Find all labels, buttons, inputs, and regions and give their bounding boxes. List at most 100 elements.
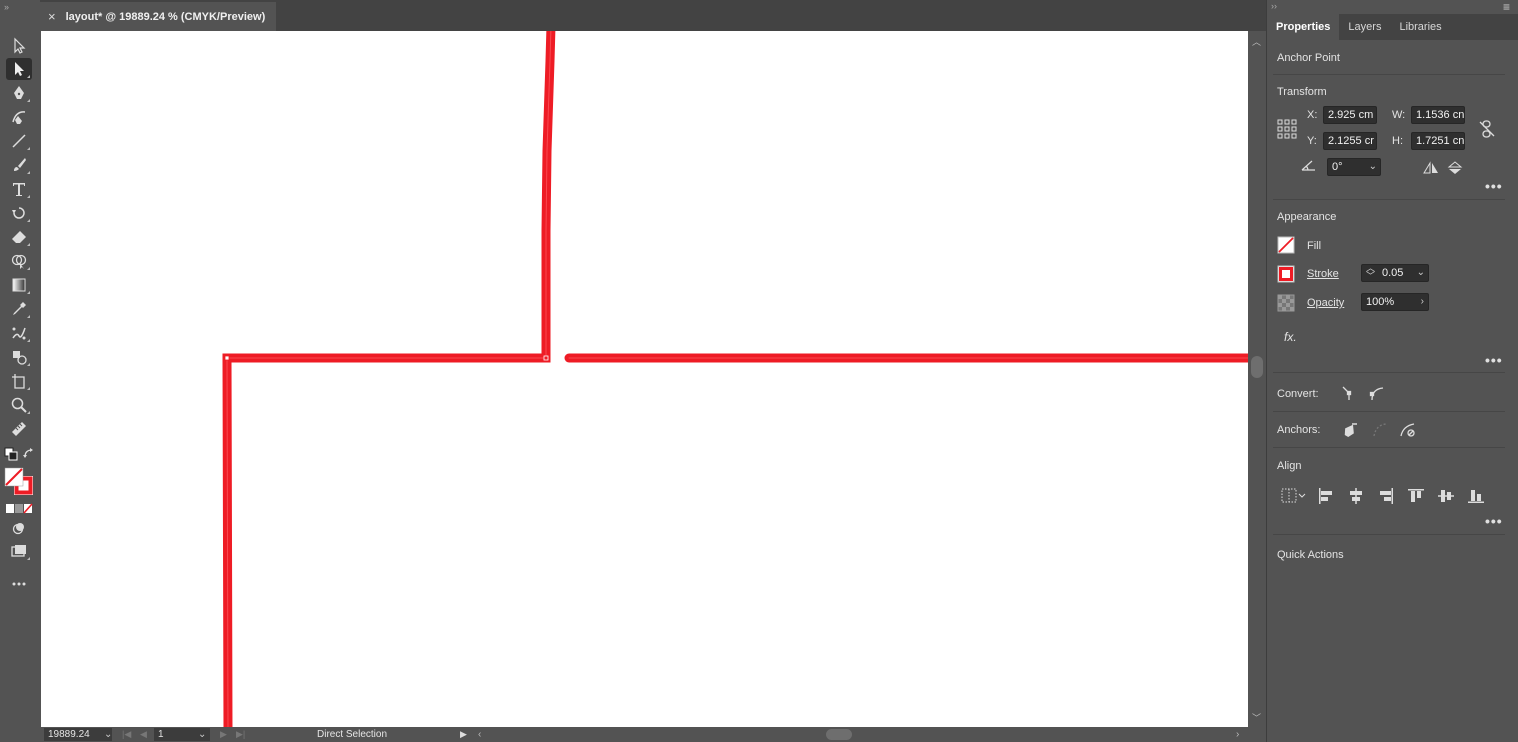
curvature-icon[interactable] <box>6 106 32 128</box>
vertical-scrollbar[interactable]: ︿ ﹀ <box>1248 31 1266 727</box>
opacity-field[interactable]: 100% › <box>1361 293 1429 311</box>
convert-corner-icon[interactable] <box>1341 385 1357 401</box>
opacity-label[interactable]: Opacity <box>1307 297 1344 309</box>
flip-vertical-icon[interactable] <box>1447 161 1463 175</box>
last-artboard-icon[interactable]: ▶| <box>236 727 245 742</box>
eyedropper-icon[interactable] <box>6 298 32 320</box>
transform-more-icon[interactable]: ••• <box>1485 178 1503 194</box>
anchors-label: Anchors: <box>1277 424 1321 436</box>
selection-arrow-icon[interactable] <box>6 35 32 57</box>
stroke-dropdown-icon[interactable]: ⌄ <box>1417 265 1425 281</box>
gradient-icon[interactable] <box>6 274 32 296</box>
illustrator-window: ›› × layout* @ 19889.24 % (CMYK/Preview)… <box>0 0 1518 742</box>
selection-type-label: Anchor Point <box>1277 52 1340 64</box>
scroll-up-icon[interactable]: ︿ <box>1252 35 1261 48</box>
default-colors-icon[interactable] <box>4 447 18 461</box>
y-label: Y: <box>1307 135 1317 147</box>
y-field[interactable]: 2.1255 cr <box>1323 132 1377 150</box>
puppet-warp-icon[interactable] <box>6 322 32 344</box>
first-artboard-icon[interactable]: |◀ <box>122 727 131 742</box>
transform-title: Transform <box>1277 86 1327 98</box>
horizontal-scroll-thumb[interactable] <box>826 729 852 740</box>
fx-icon[interactable]: fx. <box>1284 330 1297 344</box>
zoom-field[interactable]: 19889.24 ⌄ <box>44 728 112 741</box>
paintbrush-icon[interactable] <box>6 154 32 176</box>
h-label: H: <box>1392 135 1403 147</box>
vertical-scroll-thumb[interactable] <box>1251 356 1263 378</box>
opacity-arrow-icon[interactable]: › <box>1421 294 1424 310</box>
current-tool-label: Direct Selection <box>317 729 388 740</box>
convert-label: Convert: <box>1277 388 1319 400</box>
status-menu-icon[interactable]: ▶ <box>460 727 467 742</box>
isolate-path-icon[interactable] <box>1399 421 1417 439</box>
scroll-left-icon[interactable]: ‹ <box>478 727 481 742</box>
flip-horizontal-icon[interactable] <box>1423 161 1439 175</box>
panel-menu-icon[interactable]: ≡ <box>1503 0 1510 14</box>
artwork[interactable] <box>41 31 1248 727</box>
direct-selection-icon[interactable] <box>6 58 32 80</box>
rotate-icon[interactable] <box>6 202 32 224</box>
rotate-dropdown-icon[interactable]: ⌄ <box>1369 159 1377 175</box>
panel-header: ›› ≡ <box>1267 0 1518 14</box>
stroke-label[interactable]: Stroke <box>1307 268 1339 280</box>
artboard-canvas[interactable] <box>41 31 1248 727</box>
screen-mode-icon[interactable] <box>6 540 32 562</box>
stroke-weight-field[interactable]: ︿ ﹀ 0.05 ⌄ <box>1361 264 1429 282</box>
reference-point-icon[interactable] <box>1277 119 1297 139</box>
symbol-sprayer-icon[interactable] <box>6 346 32 368</box>
artboard-dropdown-icon[interactable]: ⌄ <box>198 728 206 741</box>
tab-properties[interactable]: Properties <box>1267 14 1340 40</box>
align-bottom-icon[interactable] <box>1467 487 1485 505</box>
align-more-icon[interactable]: ••• <box>1485 513 1503 529</box>
artboard-number-field[interactable]: 1 ⌄ <box>154 728 210 741</box>
panel-grip-icon[interactable]: ›› <box>1271 1 1277 11</box>
h-field[interactable]: 1.7251 cn <box>1411 132 1465 150</box>
stroke-weight-value: 0.05 <box>1382 267 1404 279</box>
collapse-grip-icon[interactable]: ›› <box>4 2 9 12</box>
tools-panel: ›› <box>0 0 40 742</box>
appearance-more-icon[interactable]: ••• <box>1485 352 1503 368</box>
close-tab-icon[interactable]: × <box>48 9 56 24</box>
document-tab[interactable]: × layout* @ 19889.24 % (CMYK/Preview) <box>40 2 276 31</box>
type-icon[interactable] <box>6 178 32 200</box>
line-segment-icon[interactable] <box>6 130 32 152</box>
more-tools-icon[interactable] <box>6 572 32 594</box>
scroll-down-icon[interactable]: ﹀ <box>1252 711 1261 724</box>
eraser-icon[interactable] <box>6 226 32 248</box>
w-field[interactable]: 1.1536 cn <box>1411 106 1465 124</box>
fill-swatch-icon[interactable] <box>1277 236 1295 254</box>
tab-libraries[interactable]: Libraries <box>1390 14 1450 40</box>
align-to-selection-icon[interactable] <box>1281 487 1307 505</box>
align-left-icon[interactable] <box>1317 487 1335 505</box>
zoom-icon[interactable] <box>6 394 32 416</box>
constrain-proportions-icon[interactable] <box>1479 120 1495 138</box>
artboard-icon[interactable] <box>6 370 32 392</box>
ruler-icon[interactable] <box>6 418 32 440</box>
stroke-stepper-icon[interactable]: ︿ ﹀ <box>1366 265 1375 281</box>
color-mode-icon[interactable] <box>6 502 34 514</box>
shape-builder-icon[interactable] <box>6 250 32 272</box>
quick-actions-title: Quick Actions <box>1277 549 1344 561</box>
scroll-right-icon[interactable]: › <box>1236 727 1239 742</box>
swap-colors-icon[interactable] <box>22 447 36 461</box>
stroke-swatch-icon[interactable] <box>1277 265 1295 283</box>
align-vertical-center-icon[interactable] <box>1437 487 1455 505</box>
previous-artboard-icon[interactable]: ◀ <box>140 727 147 742</box>
align-horizontal-center-icon[interactable] <box>1347 487 1365 505</box>
tab-layers[interactable]: Layers <box>1339 14 1390 40</box>
x-field[interactable]: 2.925 cm <box>1323 106 1377 124</box>
remove-anchor-icon[interactable] <box>1341 421 1359 439</box>
pen-icon[interactable] <box>6 82 32 104</box>
divider <box>1273 74 1505 75</box>
convert-smooth-icon[interactable] <box>1369 385 1385 401</box>
next-artboard-icon[interactable]: ▶ <box>220 727 227 742</box>
fill-stroke-icon[interactable] <box>3 466 35 496</box>
divider <box>1273 372 1505 373</box>
anchor-point-handle <box>224 355 230 361</box>
divider <box>1273 411 1505 412</box>
zoom-dropdown-icon[interactable]: ⌄ <box>104 728 112 741</box>
rotate-field[interactable]: 0° ⌄ <box>1327 158 1381 176</box>
draw-mode-icon[interactable] <box>6 517 32 539</box>
align-top-icon[interactable] <box>1407 487 1425 505</box>
align-right-icon[interactable] <box>1377 487 1395 505</box>
